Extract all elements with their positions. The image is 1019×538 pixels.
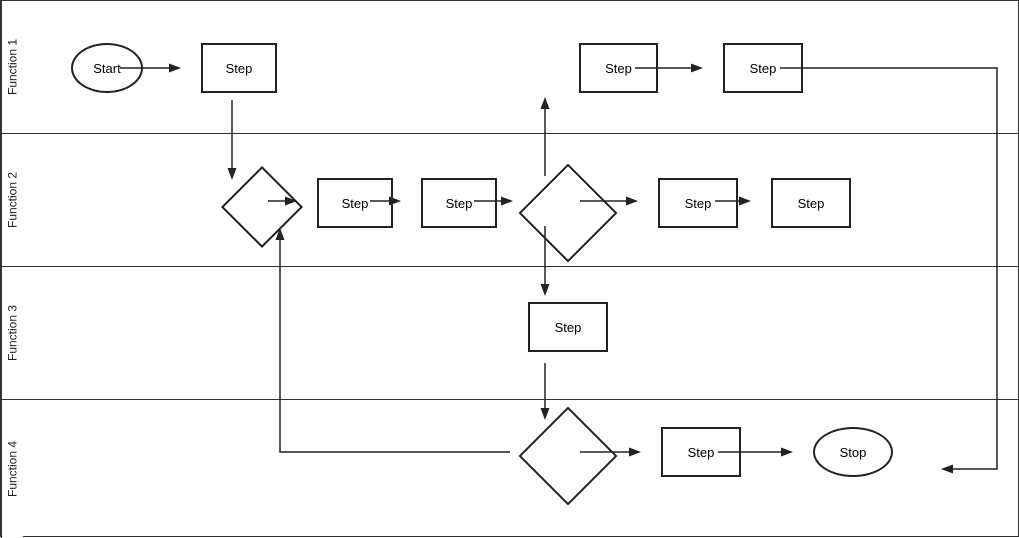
- lane-label-2: Function 2: [1, 134, 23, 266]
- diagram-container: Function 1 Start Step Step Step Function…: [0, 0, 1019, 537]
- step5-shape: Step: [723, 43, 803, 93]
- lane-content-1: Start Step Step Step: [23, 1, 1018, 133]
- swim-lane-3: Function 3 Step: [1, 267, 1018, 400]
- lane-label-4: Function 4: [1, 400, 23, 538]
- diamond1-shape: [233, 178, 291, 236]
- diamond2-shape: [533, 178, 603, 248]
- swim-lane-2: Function 2 Step Step Step: [1, 134, 1018, 267]
- step8-shape: Step: [528, 302, 608, 352]
- lane-content-2: Step Step Step Step: [23, 134, 1018, 266]
- swim-lane-1: Function 1 Start Step Step Step: [1, 1, 1018, 134]
- diamond3-shape: [533, 421, 603, 491]
- step6-shape: Step: [658, 178, 738, 228]
- lane-label-1: Function 1: [1, 1, 23, 133]
- step3-shape: Step: [421, 178, 497, 228]
- lane-label-3: Function 3: [1, 267, 23, 399]
- step4-shape: Step: [579, 43, 658, 93]
- stop-shape: Stop: [813, 427, 893, 477]
- step1-shape: Step: [201, 43, 277, 93]
- step7-shape: Step: [771, 178, 851, 228]
- step2-shape: Step: [317, 178, 393, 228]
- swim-lane-4: Function 4 Step Stop: [1, 400, 1018, 538]
- lane-content-4: Step Stop: [23, 400, 1018, 538]
- lane-content-3: Step: [23, 267, 1018, 399]
- start-shape: Start: [71, 43, 143, 93]
- step9-shape: Step: [661, 427, 741, 477]
